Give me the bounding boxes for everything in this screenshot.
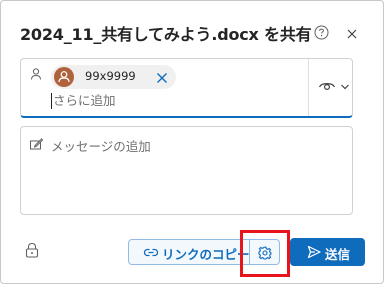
recipient-chip[interactable]: 99x9999: [51, 65, 176, 89]
recipient-input-area[interactable]: 99x9999 さらに追加: [20, 58, 353, 118]
add-more-input[interactable]: さらに追加: [51, 93, 116, 109]
send-button[interactable]: 送信: [290, 238, 365, 266]
send-label: 送信: [325, 247, 351, 262]
avatar: [54, 67, 74, 87]
chevron-down-icon: [341, 84, 349, 90]
person-icon: [31, 68, 41, 80]
edit-icon: [30, 138, 43, 150]
question-circle-icon: [314, 25, 329, 40]
eye-icon: [318, 83, 336, 91]
dialog-title: 2024_11_共有してみよう.docx を共有: [20, 25, 312, 44]
person-icon: [58, 71, 70, 83]
message-input[interactable]: メッセージの追加: [20, 126, 353, 215]
remove-recipient-button[interactable]: [155, 70, 169, 84]
recipient-name: 99x9999: [85, 69, 136, 83]
send-icon: [307, 245, 321, 259]
link-settings-lock[interactable]: [25, 242, 39, 258]
dismiss-icon: [157, 73, 167, 83]
close-icon: [347, 29, 357, 39]
close-button[interactable]: [345, 26, 359, 40]
share-dialog: 2024_11_共有してみよう.docx を共有 99x9999 さらに追加 メ…: [0, 0, 384, 284]
permission-dropdown[interactable]: [318, 77, 350, 95]
highlight-annotation: [240, 230, 290, 277]
divider: [308, 59, 309, 116]
message-placeholder: メッセージの追加: [51, 139, 151, 154]
copy-link-button[interactable]: リンクのコピー: [128, 239, 250, 265]
link-icon: [143, 248, 159, 257]
lock-icon: [25, 242, 39, 258]
copy-link-label: リンクのコピー: [162, 247, 250, 262]
help-button[interactable]: [314, 25, 329, 40]
